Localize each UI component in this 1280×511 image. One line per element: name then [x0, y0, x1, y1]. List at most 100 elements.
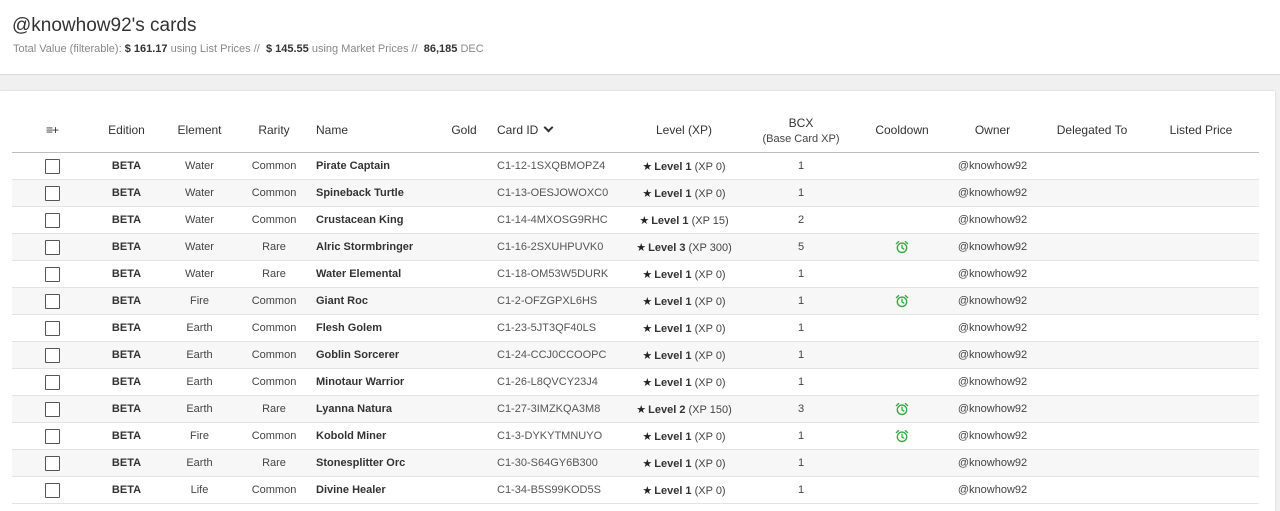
header-element[interactable]: Element: [161, 108, 238, 153]
card-name[interactable]: Minotaur Warrior: [310, 368, 437, 396]
page-title: @knowhow92's cards: [12, 15, 197, 36]
edition-cell: BETA: [92, 179, 161, 207]
header-bcx[interactable]: BCX (Base Card XP): [742, 108, 860, 153]
row-checkbox[interactable]: [44, 185, 60, 201]
owner-cell[interactable]: @knowhow92: [944, 341, 1041, 369]
owner-cell[interactable]: @knowhow92: [944, 287, 1041, 315]
table-row[interactable]: BETA Fire Common Kobold Miner C1-3-DYKYTMNUY…: [12, 422, 1259, 450]
bcx-cell: 1: [742, 449, 860, 477]
row-checkbox[interactable]: [44, 455, 60, 471]
owner-cell[interactable]: @knowhow92: [944, 449, 1041, 477]
level-value: Level 1: [654, 457, 692, 470]
card-name[interactable]: Spineback Turtle: [310, 179, 437, 207]
select-cell: [12, 314, 92, 342]
alarm-clock-icon: [895, 429, 909, 443]
table-row[interactable]: BETA Fire Common Giant Roc C1-2-OFZGPXL6HS ★ L…: [12, 287, 1259, 315]
header-cooldown[interactable]: Cooldown: [860, 108, 944, 153]
card-name[interactable]: Stonesplitter Orc: [310, 449, 437, 477]
header-card-id[interactable]: Card ID: [491, 108, 626, 153]
card-name[interactable]: Water Elemental: [310, 260, 437, 288]
row-checkbox[interactable]: [44, 293, 60, 309]
header-rarity[interactable]: Rarity: [238, 108, 310, 153]
table-row[interactable]: BETA Water Rare Water Elemental C1-18-OM53W5…: [12, 260, 1259, 288]
header-listed-price[interactable]: Listed Price: [1143, 108, 1259, 153]
header-level[interactable]: Level (XP): [626, 108, 742, 153]
row-checkbox[interactable]: [44, 428, 60, 444]
element-cell: Earth: [161, 449, 238, 477]
owner-cell[interactable]: @knowhow92: [944, 422, 1041, 450]
row-checkbox[interactable]: [44, 239, 60, 255]
table-row[interactable]: BETA Water Common Spineback Turtle C1-13-OES…: [12, 179, 1259, 207]
owner-cell[interactable]: @knowhow92: [944, 206, 1041, 234]
table-header-row: ≡+ Edition Element Rarity Name Gold Card…: [12, 108, 1259, 153]
card-id[interactable]: C1-30-S64GY6B300: [491, 449, 626, 477]
table-row[interactable]: BETA Water Common Crustacean King C1-14-4MXO…: [12, 206, 1259, 234]
owner-cell[interactable]: @knowhow92: [944, 476, 1041, 504]
dec-total: 86,185: [423, 43, 458, 55]
table-row[interactable]: BETA Earth Common Flesh Golem C1-23-5JT3QF40…: [12, 314, 1259, 342]
owner-cell[interactable]: @knowhow92: [944, 260, 1041, 288]
card-id[interactable]: C1-26-L8QVCY23J4: [491, 368, 626, 396]
level-value: Level 1: [654, 322, 692, 335]
table-row[interactable]: BETA Water Rare Alric Stormbringer C1-16-2SX…: [12, 233, 1259, 261]
row-checkbox[interactable]: [44, 266, 60, 282]
card-id[interactable]: C1-18-OM53W5DURK: [491, 260, 626, 288]
list-price-total: $ 161.17: [124, 43, 168, 55]
table-row[interactable]: BETA Earth Rare Stonesplitter Orc C1-30-S64G…: [12, 449, 1259, 477]
table-row[interactable]: BETA Earth Rare Lyanna Natura C1-27-3IMZKQA3…: [12, 395, 1259, 423]
card-id[interactable]: C1-27-3IMZKQA3M8: [491, 395, 626, 423]
bcx-cell: 3: [742, 395, 860, 423]
row-checkbox[interactable]: [44, 401, 60, 417]
card-id[interactable]: C1-13-OESJOWOXC0: [491, 179, 626, 207]
header-gold[interactable]: Gold: [437, 108, 491, 153]
owner-cell[interactable]: @knowhow92: [944, 152, 1041, 180]
xp-value: (XP 15): [691, 214, 729, 227]
table-row[interactable]: BETA Life Common Divine Healer C1-34-B5S99KO…: [12, 476, 1259, 504]
table-row[interactable]: BETA Water Common Pirate Captain C1-12-1SXQB…: [12, 152, 1259, 180]
level-value: Level 2: [648, 403, 686, 416]
card-name[interactable]: Pirate Captain: [310, 152, 437, 180]
card-id[interactable]: C1-12-1SXQBMOPZ4: [491, 152, 626, 180]
card-id[interactable]: C1-3-DYKYTMNUYO: [491, 422, 626, 450]
card-name[interactable]: Alric Stormbringer: [310, 233, 437, 261]
column-menu-button[interactable]: ≡+: [12, 108, 92, 153]
header-delegated-to[interactable]: Delegated To: [1041, 108, 1143, 153]
edition-cell: BETA: [92, 449, 161, 477]
rarity-cell: Common: [238, 287, 310, 315]
card-id[interactable]: C1-34-B5S99KOD5S: [491, 476, 626, 504]
delegated-to-cell: [1041, 206, 1143, 234]
owner-cell[interactable]: @knowhow92: [944, 368, 1041, 396]
card-id[interactable]: C1-23-5JT3QF40LS: [491, 314, 626, 342]
row-checkbox[interactable]: [44, 374, 60, 390]
table-row[interactable]: BETA Earth Common Goblin Sorcerer C1-24-CCJ0…: [12, 341, 1259, 369]
row-checkbox[interactable]: [44, 347, 60, 363]
card-name[interactable]: Goblin Sorcerer: [310, 341, 437, 369]
card-id[interactable]: C1-24-CCJ0CCOOPC: [491, 341, 626, 369]
rarity-cell: Rare: [238, 233, 310, 261]
star-icon: ★: [639, 214, 650, 227]
row-checkbox[interactable]: [44, 482, 60, 498]
table-row[interactable]: BETA Earth Common Minotaur Warrior C1-26-L8Q…: [12, 368, 1259, 396]
owner-cell[interactable]: @knowhow92: [944, 395, 1041, 423]
owner-cell[interactable]: @knowhow92: [944, 179, 1041, 207]
gold-cell: [437, 287, 491, 315]
card-name[interactable]: Lyanna Natura: [310, 395, 437, 423]
card-name[interactable]: Giant Roc: [310, 287, 437, 315]
gold-cell: [437, 206, 491, 234]
owner-cell[interactable]: @knowhow92: [944, 233, 1041, 261]
card-name[interactable]: Divine Healer: [310, 476, 437, 504]
row-checkbox[interactable]: [44, 158, 60, 174]
card-name[interactable]: Kobold Miner: [310, 422, 437, 450]
card-id[interactable]: C1-14-4MXOSG9RHC: [491, 206, 626, 234]
row-checkbox[interactable]: [44, 212, 60, 228]
cooldown-cell: [860, 233, 944, 261]
owner-cell[interactable]: @knowhow92: [944, 314, 1041, 342]
header-owner[interactable]: Owner: [944, 108, 1041, 153]
card-name[interactable]: Flesh Golem: [310, 314, 437, 342]
header-name[interactable]: Name: [310, 108, 437, 153]
card-name[interactable]: Crustacean King: [310, 206, 437, 234]
card-id[interactable]: C1-16-2SXUHPUVK0: [491, 233, 626, 261]
header-edition[interactable]: Edition: [92, 108, 161, 153]
row-checkbox[interactable]: [44, 320, 60, 336]
card-id[interactable]: C1-2-OFZGPXL6HS: [491, 287, 626, 315]
